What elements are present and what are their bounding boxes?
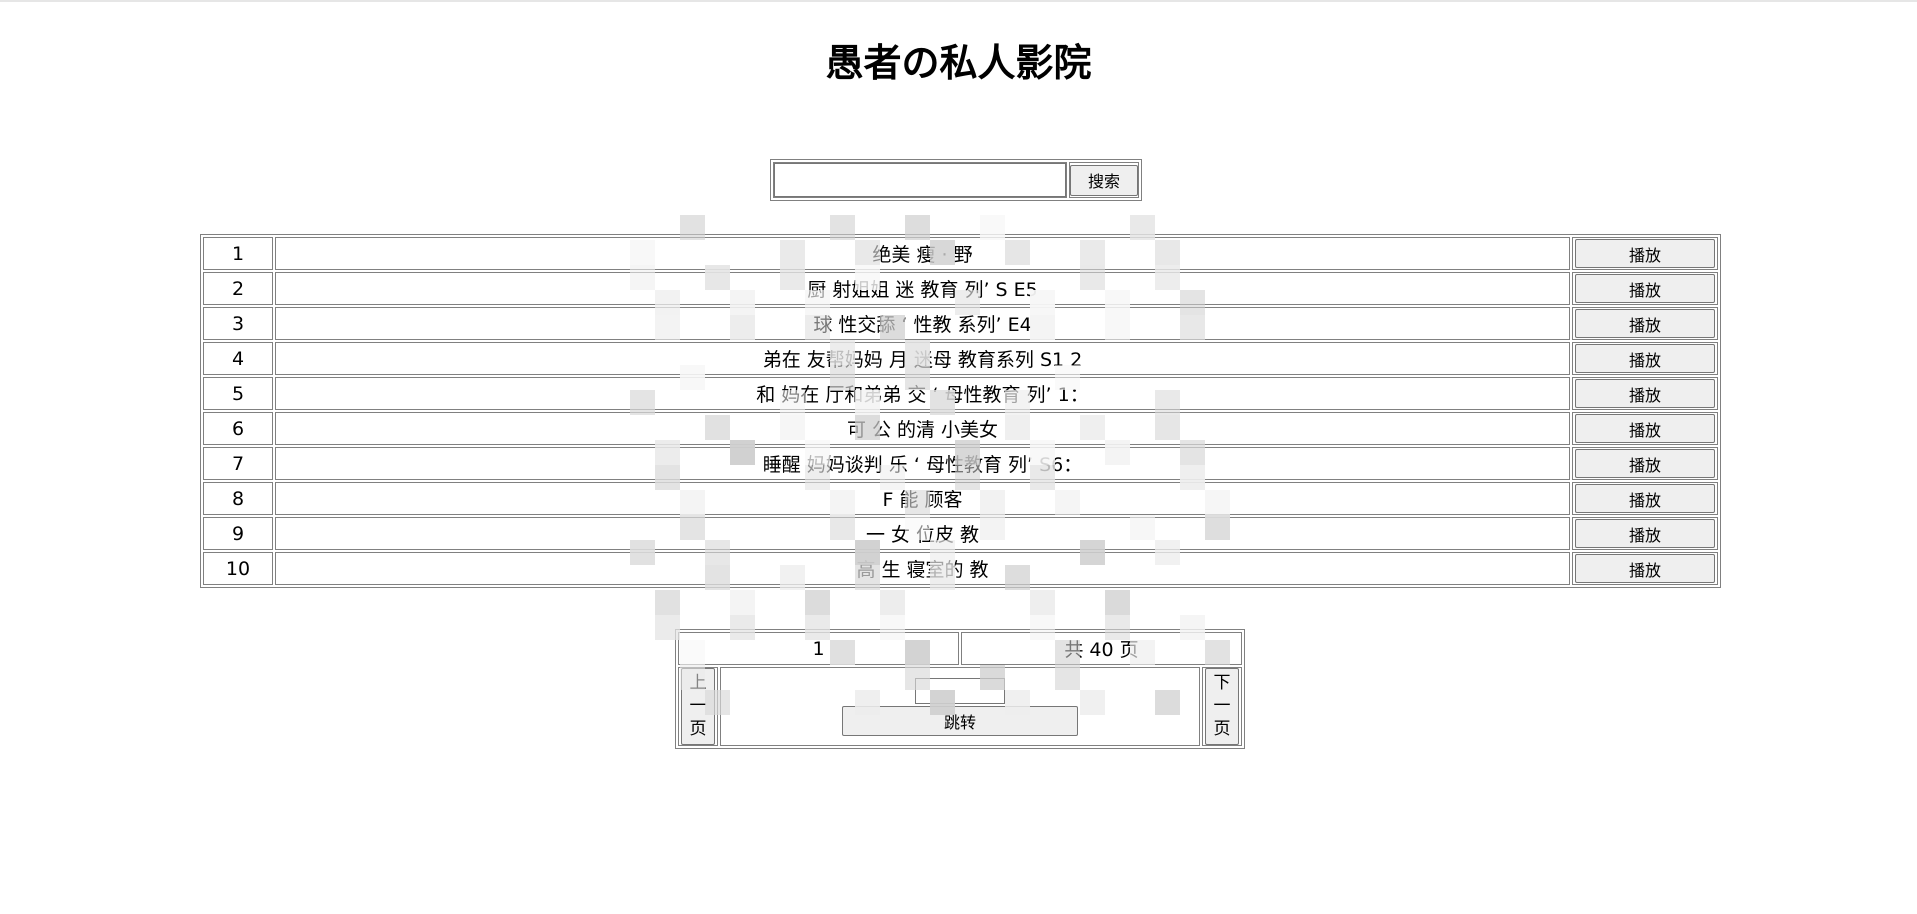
row-index: 8 [203, 482, 273, 515]
table-row: 4 弟在 友帮妈妈 月 迷母 教育系列 S1 2 播放 [203, 342, 1718, 375]
prev-char: 上 [689, 673, 707, 693]
mosaic-block [880, 590, 905, 615]
play-button[interactable]: 播放 [1575, 414, 1715, 443]
table-row: 3 球 性交舔 ‘ 性教 系列’ E4 播放 [203, 307, 1718, 340]
row-index: 2 [203, 272, 273, 305]
play-button[interactable]: 播放 [1575, 344, 1715, 373]
row-index: 3 [203, 307, 273, 340]
search-bar: 搜索 [770, 159, 1142, 201]
prev-cell: 上 一 页 [678, 667, 718, 746]
row-title: 绝美 瘦 · 野 [275, 237, 1570, 270]
play-button[interactable]: 播放 [1575, 309, 1715, 338]
jump-button[interactable]: 跳转 [842, 705, 1078, 736]
prev-char: 页 [689, 719, 707, 739]
table-row: 5 和 妈在 厅和弟弟 交 ‘ 母性教育 列’ 1： 播放 [203, 377, 1718, 410]
row-title: 厨 射姐姐 迷 教育 列’ S E5 [275, 272, 1570, 305]
search-input[interactable] [774, 163, 1066, 197]
next-char: 页 [1213, 719, 1231, 739]
row-action-cell: 播放 [1572, 517, 1718, 550]
prev-char: 一 [689, 696, 707, 716]
row-action-cell: 播放 [1572, 342, 1718, 375]
search-button-cell: 搜索 [1069, 162, 1139, 198]
play-button[interactable]: 播放 [1575, 449, 1715, 478]
pagination: 1 共 40 页 上 一 页 跳转 下 一 页 [675, 629, 1245, 749]
search-button[interactable]: 搜索 [1070, 164, 1138, 196]
mosaic-block [730, 590, 755, 615]
row-title: 球 性交舔 ‘ 性教 系列’ E4 [275, 307, 1570, 340]
table-row: 10 高 生 寝室的 教 播放 [203, 552, 1718, 585]
row-title: 和 妈在 厅和弟弟 交 ‘ 母性教育 列’ 1： [275, 377, 1570, 410]
row-index: 9 [203, 517, 273, 550]
next-char: 下 [1213, 673, 1231, 693]
row-index: 6 [203, 412, 273, 445]
row-title: 可 公 的清 小美女 [275, 412, 1570, 445]
row-index: 10 [203, 552, 273, 585]
jump-page-input[interactable] [915, 677, 1005, 704]
table-row: 9 一 女 位皮 教 播放 [203, 517, 1718, 550]
top-border [0, 0, 1917, 2]
play-button[interactable]: 播放 [1575, 274, 1715, 303]
play-button[interactable]: 播放 [1575, 239, 1715, 268]
next-char: 一 [1213, 696, 1231, 716]
video-list: 1 绝美 瘦 · 野 播放 2 厨 射姐姐 迷 教育 列’ S E5 播放 3 … [200, 234, 1721, 588]
row-title: 睡醒 妈妈谈判 乐 ‘ 母性教育 列’ S6： [275, 447, 1570, 480]
total-pages: 共 40 页 [961, 632, 1242, 665]
row-title: 一 女 位皮 教 [275, 517, 1570, 550]
current-page: 1 [678, 632, 959, 665]
row-index: 5 [203, 377, 273, 410]
play-button[interactable]: 播放 [1575, 554, 1715, 583]
search-input-cell [773, 162, 1067, 198]
mosaic-block [1030, 590, 1055, 615]
jump-cell: 跳转 [720, 667, 1200, 746]
row-title: F 能 顾客 [275, 482, 1570, 515]
row-title: 高 生 寝室的 教 [275, 552, 1570, 585]
table-row: 7 睡醒 妈妈谈判 乐 ‘ 母性教育 列’ S6： 播放 [203, 447, 1718, 480]
next-page-button[interactable]: 下 一 页 [1205, 668, 1239, 745]
row-action-cell: 播放 [1572, 552, 1718, 585]
row-action-cell: 播放 [1572, 237, 1718, 270]
page-title: 愚者の私人影院 [825, 41, 1092, 85]
row-action-cell: 播放 [1572, 482, 1718, 515]
row-action-cell: 播放 [1572, 307, 1718, 340]
row-action-cell: 播放 [1572, 412, 1718, 445]
mosaic-block [1105, 590, 1130, 615]
row-index: 4 [203, 342, 273, 375]
mosaic-block [805, 590, 830, 615]
table-row: 2 厨 射姐姐 迷 教育 列’ S E5 播放 [203, 272, 1718, 305]
prev-page-button[interactable]: 上 一 页 [681, 668, 715, 745]
mosaic-block [655, 590, 680, 615]
pager-info-row: 1 共 40 页 [678, 632, 1242, 665]
next-cell: 下 一 页 [1202, 667, 1242, 746]
play-button[interactable]: 播放 [1575, 484, 1715, 513]
table-row: 6 可 公 的清 小美女 播放 [203, 412, 1718, 445]
play-button[interactable]: 播放 [1575, 519, 1715, 548]
pager-controls-row: 上 一 页 跳转 下 一 页 [678, 667, 1242, 746]
row-action-cell: 播放 [1572, 447, 1718, 480]
row-index: 7 [203, 447, 273, 480]
table-row: 1 绝美 瘦 · 野 播放 [203, 237, 1718, 270]
table-row: 8 F 能 顾客 播放 [203, 482, 1718, 515]
play-button[interactable]: 播放 [1575, 379, 1715, 408]
row-title: 弟在 友帮妈妈 月 迷母 教育系列 S1 2 [275, 342, 1570, 375]
row-index: 1 [203, 237, 273, 270]
row-action-cell: 播放 [1572, 377, 1718, 410]
row-action-cell: 播放 [1572, 272, 1718, 305]
